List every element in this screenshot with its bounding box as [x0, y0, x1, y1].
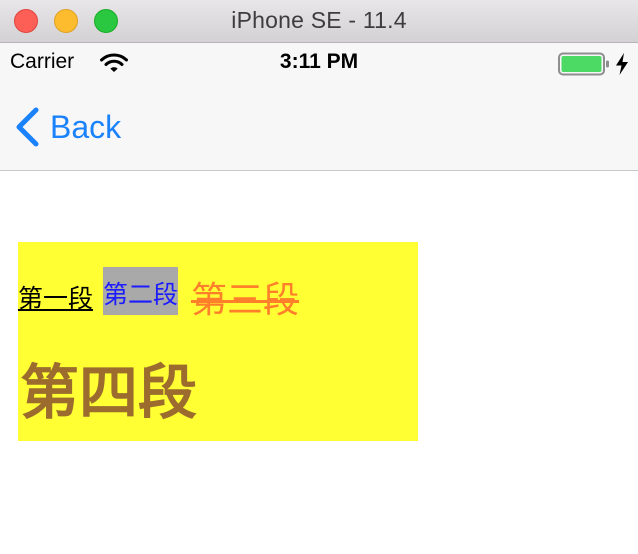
status-bar: Carrier 3:11 PM — [0, 43, 638, 83]
segment-1-text: 第一段 — [18, 284, 94, 313]
navigation-bar: Back — [0, 83, 638, 171]
content-area: 第一段 第二段 第三段 第四段 — [0, 171, 638, 554]
back-chevron-icon — [16, 107, 39, 147]
segment-2-text: 第二段 — [103, 267, 179, 315]
battery-icon — [558, 52, 609, 76]
window-title: iPhone SE - 11.4 — [231, 7, 407, 33]
segment-3-text: 第三段 — [191, 280, 300, 321]
back-label: Back — [50, 109, 122, 145]
segment-4-text: 第四段 — [20, 358, 198, 427]
status-time: 3:11 PM — [279, 50, 359, 73]
simulator-title-bar: iPhone SE - 11.4 — [0, 0, 638, 43]
attributed-text-label: 第一段 第二段 第三段 第四段 — [18, 242, 418, 441]
charging-icon — [616, 53, 628, 75]
